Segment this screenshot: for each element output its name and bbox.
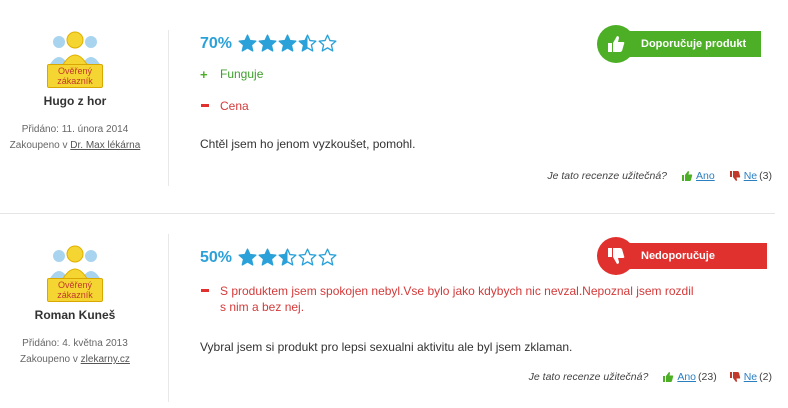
thumb-down-icon (729, 372, 740, 382)
star-icon (298, 248, 317, 266)
review-card: Ověřený zákazník Roman Kuneš Přidáno: 4.… (0, 214, 788, 408)
plus-icon: + (200, 67, 208, 82)
thumb-up-icon (682, 171, 693, 181)
helpful-vote: Je tato recenze užitečná? Ano Ne (3) (547, 170, 772, 182)
vote-no-count: (3) (759, 170, 772, 182)
con-item: Cena (200, 98, 740, 114)
rating-percent: 50% (200, 248, 233, 266)
pro-text: Funguje (220, 67, 264, 81)
review-card: Ověřený zákazník Hugo z hor Přidáno: 11.… (0, 0, 788, 213)
vote-no-link[interactable]: Ne (744, 170, 757, 182)
vote-yes[interactable]: Ano (23) (662, 371, 717, 383)
bought-label: Zakoupeno v (20, 354, 78, 365)
added-date-value: 11. února 2014 (61, 124, 129, 135)
star-icon (298, 34, 317, 52)
author-name: Hugo z hor (43, 94, 107, 108)
con-text: S produktem jsem spokojen nebyl.Vse bylo… (220, 283, 740, 315)
con-item: S produktem jsem spokojen nebyl.Vse bylo… (200, 283, 740, 315)
star-icon (238, 34, 257, 52)
author-name: Roman Kuneš (34, 308, 116, 322)
divider (168, 234, 169, 402)
thumb-up-icon (597, 25, 635, 63)
rating-percent: 70% (200, 34, 233, 52)
verified-customer-badge: Ověřený zákazník (45, 244, 105, 302)
thumb-down-icon (729, 171, 740, 181)
review-author-block: Ověřený zákazník Roman Kuneš Přidáno: 4.… (0, 244, 150, 368)
recommends-badge: Doporučuje produkt (597, 25, 761, 63)
minus-icon (200, 98, 220, 114)
verified-customer-badge: Ověřený zákazník (45, 30, 105, 88)
review-author-block: Ověřený zákazník Hugo z hor Přidáno: 11.… (0, 30, 150, 154)
star-icon (238, 248, 257, 266)
badge-label: Ověřený zákazník (47, 278, 103, 302)
purchase-store: Zakoupeno v Dr. Max lékárna (0, 138, 150, 154)
minus-icon (200, 283, 220, 315)
helpful-question: Je tato recenze užitečná? (528, 371, 649, 383)
star-icon (258, 34, 277, 52)
star-icon (278, 248, 297, 266)
not-recommends-badge: Nedoporučuje produkt (597, 237, 767, 288)
store-link[interactable]: zlekarny.cz (81, 354, 130, 365)
helpful-question: Je tato recenze užitečná? (547, 170, 668, 182)
vote-yes-count: (23) (698, 371, 717, 383)
purchase-store: Zakoupeno v zlekarny.cz (0, 352, 150, 368)
rating-stars (238, 34, 338, 53)
bought-label: Zakoupeno v (9, 140, 68, 151)
added-label: Přidáno: (22, 338, 60, 349)
con-text-line: s nim a bez nej. (220, 300, 305, 314)
vote-yes-link[interactable]: Ano (696, 170, 715, 182)
added-date-value: 4. května 2013 (62, 338, 128, 349)
rating: 70% (200, 34, 338, 53)
store-link[interactable]: Dr. Max lékárna (70, 140, 140, 151)
badge-label: Ověřený zákazník (47, 64, 103, 88)
rating: 50% (200, 248, 338, 267)
star-icon (278, 34, 297, 52)
verdict-label: Nedoporučuje produkt (625, 243, 767, 288)
pro-item: + Funguje (200, 67, 263, 82)
vote-yes[interactable]: Ano (681, 170, 717, 182)
review-text: Chtěl jsem ho jenom vyzkoušet, pomohl. (200, 137, 416, 151)
vote-yes-link[interactable]: Ano (677, 371, 696, 383)
star-icon (318, 34, 337, 52)
vote-no[interactable]: Ne (2) (729, 371, 772, 383)
added-date: Přidáno: 11. února 2014 (0, 122, 150, 138)
star-icon (258, 248, 277, 266)
review-text: Vybral jsem si produkt pro lepsi sexualn… (200, 340, 573, 354)
thumb-down-icon (597, 237, 635, 275)
added-label: Přidáno: (21, 124, 59, 135)
added-date: Přidáno: 4. května 2013 (0, 336, 150, 352)
verdict-label: Doporučuje produkt (625, 31, 761, 57)
helpful-vote: Je tato recenze užitečná? Ano (23) Ne (2… (529, 371, 772, 383)
rating-stars (238, 248, 338, 267)
vote-no[interactable]: Ne (3) (729, 170, 772, 182)
con-text: Cena (220, 99, 249, 113)
con-text-line: S produktem jsem spokojen nebyl.Vse bylo… (220, 284, 694, 298)
thumb-up-icon (663, 372, 674, 382)
star-icon (318, 248, 337, 266)
vote-no-link[interactable]: Ne (744, 371, 757, 383)
vote-no-count: (2) (759, 371, 772, 383)
divider (168, 30, 169, 186)
